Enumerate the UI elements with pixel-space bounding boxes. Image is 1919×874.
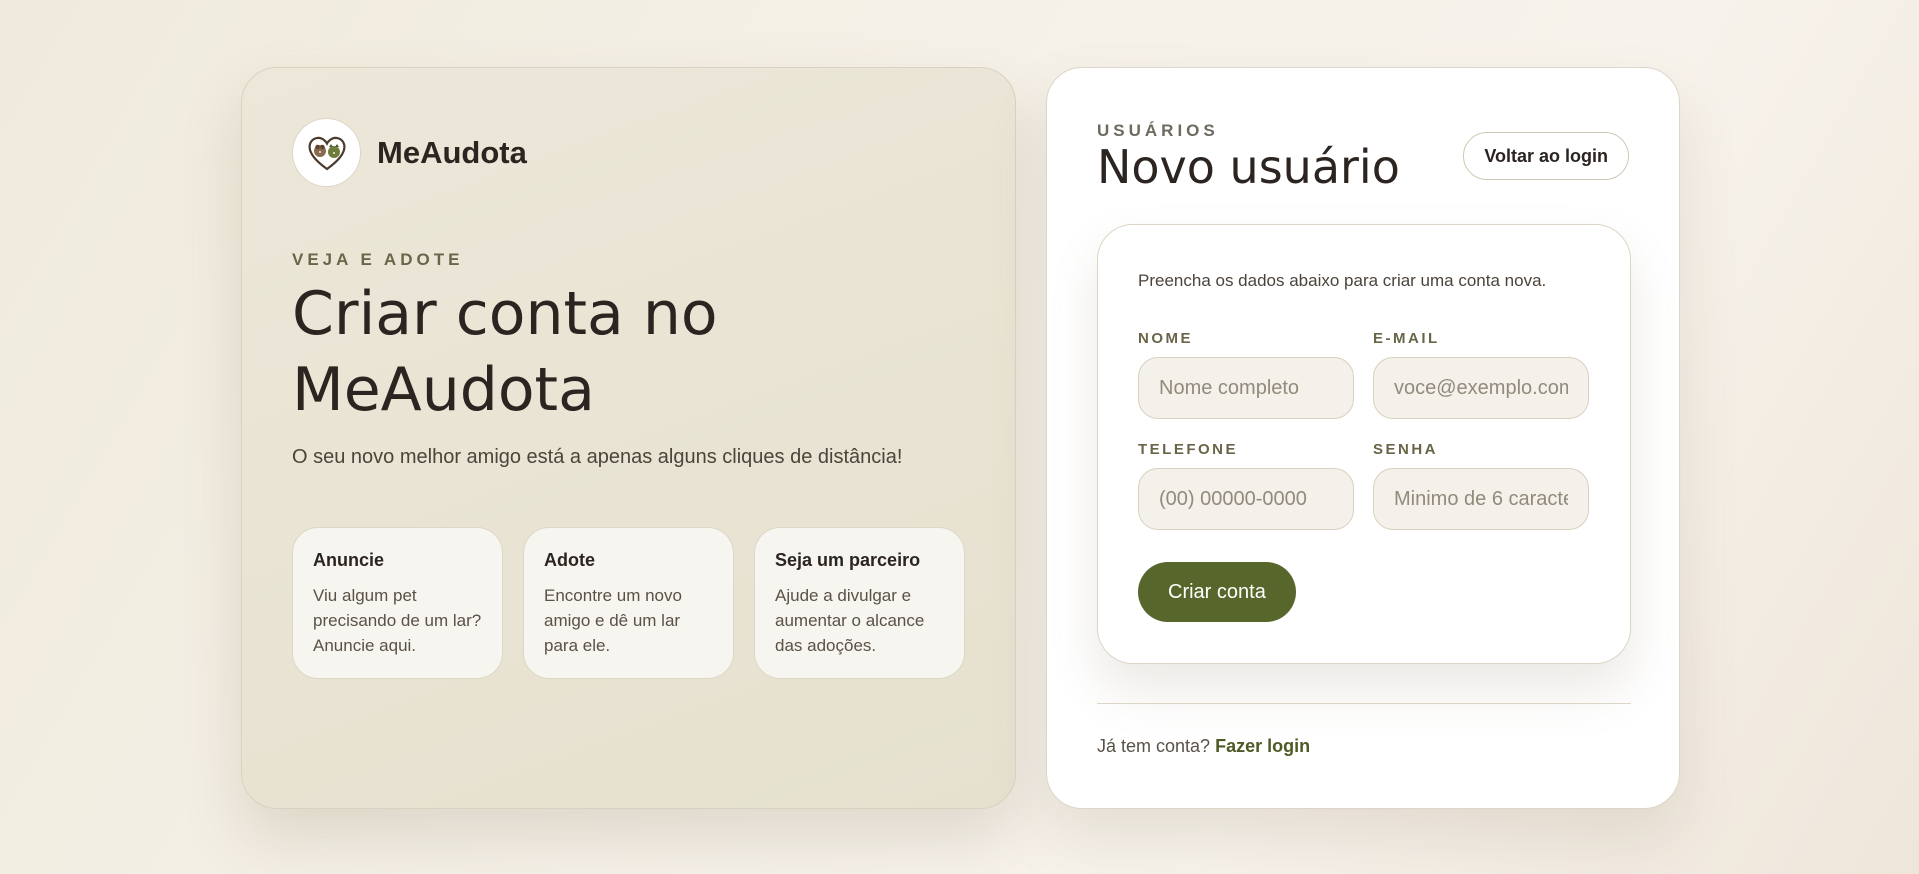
feature-title: Seja um parceiro [775, 550, 921, 570]
feature-title: Anuncie [313, 550, 385, 570]
name-field-group: NOME [1138, 330, 1354, 419]
signup-form: Preencha os dados abaixo para criar uma … [1097, 224, 1631, 664]
email-input[interactable] [1373, 357, 1589, 419]
intro-panel: MeAudota VEJA E ADOTE Criar conta no MeA… [241, 67, 1016, 809]
login-prompt: Já tem conta? Fazer login [1097, 736, 1310, 757]
name-label: NOME [1138, 330, 1193, 347]
name-input[interactable] [1138, 357, 1354, 419]
form-intro: Preencha os dados abaixo para criar uma … [1138, 271, 1547, 290]
feature-list: Anuncie Viu algum pet precisando de um l… [292, 527, 965, 679]
logo [292, 118, 361, 187]
phone-label: TELEFONE [1138, 441, 1239, 458]
login-prompt-text: Já tem conta? [1097, 736, 1211, 756]
password-label: SENHA [1373, 441, 1439, 458]
email-field-group: E-MAIL [1373, 330, 1589, 419]
feature-card-parceiro: Seja um parceiro Ajude a divulgar e aume… [754, 527, 965, 679]
feature-description: Viu algum pet precisando de um lar? Anun… [313, 586, 482, 655]
section-title: Novo usuário [1097, 140, 1400, 194]
signup-panel: USUÁRIOS Novo usuário Voltar ao login Pr… [1046, 67, 1680, 809]
feature-card-adote: Adote Encontre um novo amigo e dê um lar… [523, 527, 734, 679]
password-field-group: SENHA [1373, 441, 1589, 530]
back-to-login-button[interactable]: Voltar ao login [1463, 132, 1629, 180]
feature-card-anuncie: Anuncie Viu algum pet precisando de um l… [292, 527, 503, 679]
login-link[interactable]: Fazer login [1215, 736, 1310, 756]
feature-title: Adote [544, 550, 595, 570]
feature-description: Encontre um novo amigo e dê um lar para … [544, 586, 682, 655]
hero-eyebrow: VEJA E ADOTE [292, 250, 464, 269]
create-account-button[interactable]: Criar conta [1138, 562, 1296, 622]
heart-pets-logo-icon [307, 136, 346, 170]
brand-name: MeAudota [377, 134, 527, 170]
hero-title: Criar conta no MeAudota [292, 279, 718, 425]
brand: MeAudota [292, 118, 527, 187]
phone-input[interactable] [1138, 468, 1354, 530]
password-input[interactable] [1373, 468, 1589, 530]
hero-subtitle: O seu novo melhor amigo está a apenas al… [292, 446, 903, 468]
divider [1097, 703, 1631, 704]
section-eyebrow: USUÁRIOS [1097, 121, 1219, 140]
phone-field-group: TELEFONE [1138, 441, 1354, 530]
email-label: E-MAIL [1373, 330, 1440, 347]
feature-description: Ajude a divulgar e aumentar o alcance da… [775, 586, 925, 655]
